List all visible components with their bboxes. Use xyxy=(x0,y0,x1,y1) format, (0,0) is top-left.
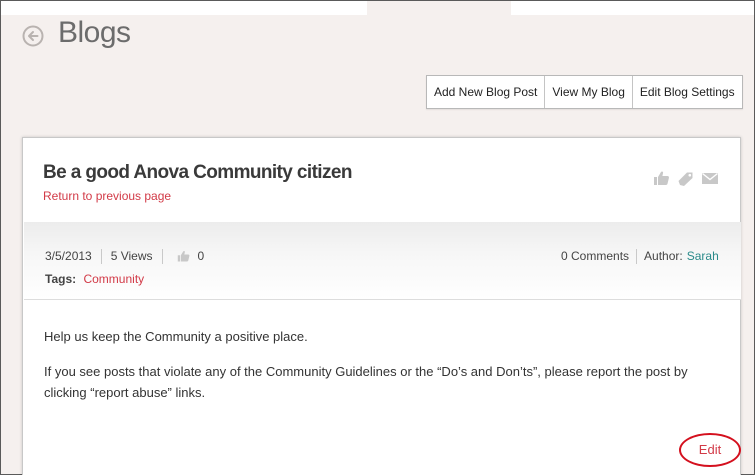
edit-post-link[interactable]: Edit xyxy=(679,433,741,467)
post-stats: 3/5/2013 5 Views 0 xyxy=(45,248,204,264)
tags-label: Tags: xyxy=(45,272,77,286)
post-comments-author: 0 Comments Author: Sarah xyxy=(561,248,719,264)
post-meta: 3/5/2013 5 Views 0 0 Comments Author: Sa… xyxy=(24,222,741,300)
tag-link-community[interactable]: Community xyxy=(83,272,144,286)
top-strip xyxy=(1,1,754,15)
comment-count[interactable]: 0 Comments xyxy=(561,249,629,263)
back-arrow-icon[interactable] xyxy=(22,25,44,47)
post-views: 5 Views xyxy=(110,249,153,263)
return-to-previous-page-link[interactable]: Return to previous page xyxy=(43,189,171,203)
post-body: Help us keep the Community a positive pl… xyxy=(44,326,724,417)
thumbs-up-icon[interactable] xyxy=(177,249,191,263)
post-tags: Tags: Community xyxy=(45,272,144,286)
envelope-icon[interactable] xyxy=(701,170,719,186)
add-new-blog-post-button[interactable]: Add New Blog Post xyxy=(427,76,546,108)
blog-post-card: Be a good Anova Community citizen Return… xyxy=(22,137,741,475)
author-label: Author: xyxy=(644,249,683,263)
divider xyxy=(636,248,638,264)
post-date: 3/5/2013 xyxy=(45,249,92,263)
divider xyxy=(161,248,163,264)
post-actions xyxy=(653,170,719,186)
active-tab-indicator xyxy=(367,1,511,15)
view-my-blog-button[interactable]: View My Blog xyxy=(545,76,633,108)
edit-blog-settings-button[interactable]: Edit Blog Settings xyxy=(632,76,742,108)
divider xyxy=(100,248,102,264)
author-link[interactable]: Sarah xyxy=(687,249,719,263)
page-title: Blogs xyxy=(58,16,131,49)
thumbs-up-icon[interactable] xyxy=(653,170,671,186)
tag-icon[interactable] xyxy=(677,170,695,186)
post-paragraph: Help us keep the Community a positive pl… xyxy=(44,329,308,344)
post-paragraph: If you see posts that violate any of the… xyxy=(44,364,688,400)
post-title: Be a good Anova Community citizen xyxy=(43,162,352,183)
blog-actions-toolbar: Add New Blog Post View My Blog Edit Blog… xyxy=(426,75,743,109)
like-count: 0 xyxy=(197,249,205,263)
